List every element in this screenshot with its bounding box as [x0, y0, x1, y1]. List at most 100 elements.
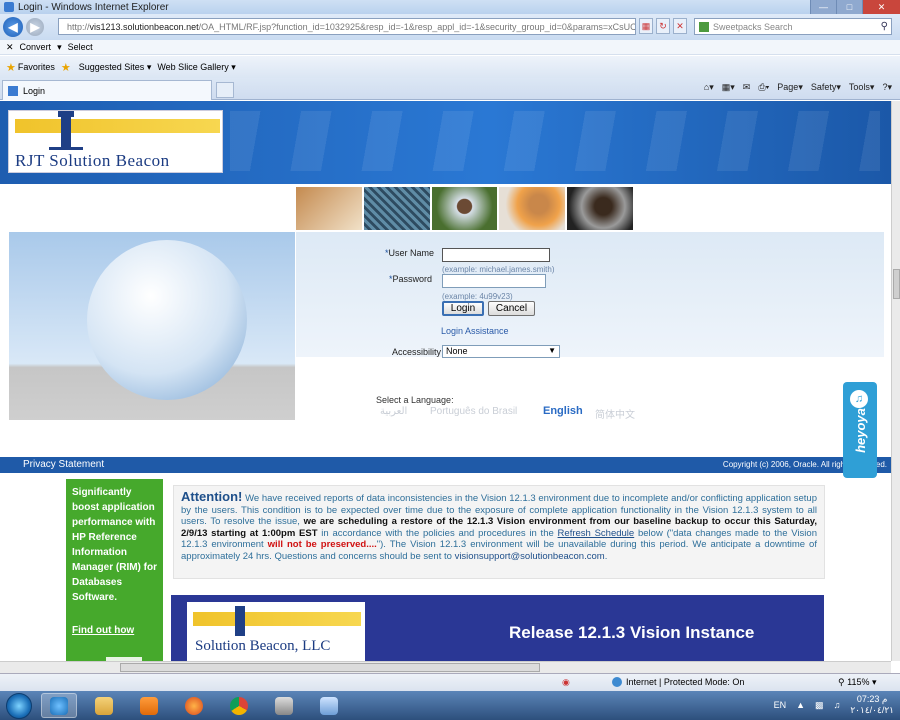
horizontal-scroll-thumb[interactable]: [120, 663, 540, 672]
login-button[interactable]: Login: [442, 301, 484, 316]
zoom-level[interactable]: ⚲ 115% ▾: [838, 677, 877, 688]
header-banner: RJT Solution Beacon: [0, 101, 891, 184]
tray-arrow-icon[interactable]: ▲: [796, 700, 805, 710]
tools-menu[interactable]: Tools▾: [849, 82, 875, 93]
volume-icon[interactable]: ♫: [834, 700, 841, 710]
new-tab-button[interactable]: [216, 82, 234, 98]
url-host: vis1213.solutionbeacon.net: [89, 21, 199, 32]
suggested-sites-link[interactable]: Suggested Sites ▾: [79, 62, 152, 73]
taskbar-chrome[interactable]: [221, 693, 257, 718]
attention-notice: Attention! We have received reports of d…: [173, 485, 825, 579]
web-slice-link[interactable]: Web Slice Gallery ▾: [157, 62, 235, 73]
heyoya-label: heyoya: [852, 407, 868, 453]
search-box[interactable]: Sweetpacks Search ⚲: [694, 18, 892, 35]
search-icon[interactable]: ⚲: [881, 21, 888, 32]
folder-icon: [95, 696, 113, 715]
convert-dropdown-icon[interactable]: ▾: [57, 42, 62, 53]
taskbar-firefox[interactable]: [176, 693, 212, 718]
taskbar-app7[interactable]: [311, 693, 347, 718]
photo-3: [431, 187, 498, 230]
page-menu[interactable]: Page▾: [777, 82, 803, 93]
command-row: ✕ Convert ▾ Select: [0, 40, 900, 55]
photo-2: [363, 187, 430, 230]
clock[interactable]: 07:23 م ٢٠١٤/٠٤/٢١: [850, 694, 894, 716]
popup-blocked-icon[interactable]: ◉: [562, 677, 570, 688]
taskbar-media[interactable]: [131, 693, 167, 718]
password-input[interactable]: [442, 274, 546, 288]
username-input[interactable]: [442, 248, 550, 262]
clock-time: 07:23 م: [856, 694, 888, 704]
lighthouse-icon: [58, 111, 74, 149]
heyoya-icon: ♫: [850, 390, 868, 408]
tab-row: Login ⌂▾ ▦▾ ✉ ⎙▾ Page▾ Safety▾ Tools▾ ?▾: [0, 78, 900, 100]
back-button[interactable]: ◀: [3, 17, 23, 37]
input-language[interactable]: EN: [774, 700, 787, 710]
accessibility-select[interactable]: None ▼: [442, 345, 560, 358]
attention-end: .: [604, 550, 608, 562]
url-path: /OA_HTML/RF.jsp?function_id=1032925&resp…: [198, 21, 636, 32]
close-button[interactable]: ✕: [862, 0, 900, 14]
cancel-button[interactable]: Cancel: [488, 301, 535, 316]
home-icon[interactable]: ⌂▾: [704, 82, 714, 93]
safety-menu[interactable]: Safety▾: [811, 82, 841, 93]
zoom-value: 115%: [847, 677, 870, 687]
address-bar[interactable]: http://vis1213.solutionbeacon.net/OA_HTM…: [58, 18, 636, 35]
find-out-link[interactable]: Find out how: [72, 623, 134, 638]
taskbar-explorer[interactable]: [86, 693, 122, 718]
taskbar-ie[interactable]: [41, 693, 77, 718]
vertical-scrollbar[interactable]: [891, 101, 900, 661]
network-icon[interactable]: ▩: [815, 700, 824, 711]
refresh-schedule-link[interactable]: Refresh Schedule: [558, 528, 635, 539]
clock-date: ٢٠١٤/٠٤/٢١: [850, 705, 894, 715]
start-button[interactable]: [6, 692, 32, 719]
login-assistance-link[interactable]: Login Assistance: [441, 326, 509, 336]
feeds-icon[interactable]: ▦▾: [722, 82, 735, 93]
language-portuguese[interactable]: Português do Brasil: [430, 406, 517, 417]
compat-view-icon[interactable]: ▦: [639, 18, 653, 34]
browser-window: Login - Windows Internet Explorer — □ ✕ …: [0, 0, 900, 720]
heyoya-widget[interactable]: ♫ heyoya: [843, 382, 877, 478]
tools-menu-label: Tools: [848, 82, 870, 92]
window-title: Login - Windows Internet Explorer: [18, 1, 169, 13]
horizontal-scrollbar[interactable]: [0, 661, 891, 673]
globe-icon: [612, 677, 622, 687]
suggested-label: Suggested Sites: [78, 62, 145, 72]
zone-label: Internet | Protected Mode: On: [626, 677, 745, 687]
print-icon[interactable]: ⎙▾: [758, 82, 769, 93]
privacy-link[interactable]: Privacy Statement: [23, 459, 104, 470]
language-arabic[interactable]: العربية: [380, 406, 407, 417]
attention-red: will not be preserved....: [267, 539, 377, 550]
convert-button[interactable]: Convert: [20, 42, 52, 52]
maximize-button[interactable]: □: [836, 0, 862, 14]
release-banner: Solution Beacon, LLC Release 12.1.3 Visi…: [171, 595, 824, 661]
hp-ad[interactable]: Significantly boost application performa…: [66, 479, 163, 661]
ad-text: Significantly boost application performa…: [72, 487, 157, 603]
tab-login[interactable]: Login: [2, 80, 212, 100]
add-favorite-button[interactable]: ★: [61, 61, 73, 74]
close-tab-x-icon[interactable]: ✕: [6, 42, 14, 53]
logo-name: RJT Solution Beacon: [15, 151, 170, 170]
vertical-scroll-thumb[interactable]: [893, 269, 900, 299]
forward-button[interactable]: ▶: [26, 18, 44, 36]
support-email-link[interactable]: visionsupport@solutionbeacon.com: [455, 551, 605, 562]
language-chinese[interactable]: 简体中文: [595, 406, 635, 421]
language-english[interactable]: English: [543, 405, 583, 417]
system-tray: EN ▲ ▩ ♫ 07:23 م ٢٠١٤/٠٤/٢١: [774, 694, 894, 716]
release-title: Release 12.1.3 Vision Instance: [509, 623, 755, 642]
zoom-icon: ⚲: [838, 677, 845, 687]
select-button[interactable]: Select: [68, 42, 93, 52]
mail-icon[interactable]: ✉: [743, 82, 751, 93]
footer-bar: Privacy Statement Copyright (c) 2006, Or…: [0, 457, 891, 473]
logo-gold-band: [15, 119, 220, 133]
release-logo-name: Solution Beacon, LLC: [195, 638, 331, 654]
title-bar: Login - Windows Internet Explorer — □ ✕: [0, 0, 900, 14]
username-label: *User Name: [384, 248, 434, 258]
stop-icon[interactable]: ✕: [673, 18, 687, 34]
minimize-button[interactable]: —: [810, 0, 836, 14]
help-icon[interactable]: ?▾: [882, 82, 892, 93]
favorites-button[interactable]: ★ Favorites: [6, 61, 55, 74]
taskbar-app6[interactable]: [266, 693, 302, 718]
page-menu-label: Page: [777, 82, 799, 92]
refresh-icon[interactable]: ↻: [656, 18, 670, 34]
password-label: *Password: [388, 274, 432, 284]
